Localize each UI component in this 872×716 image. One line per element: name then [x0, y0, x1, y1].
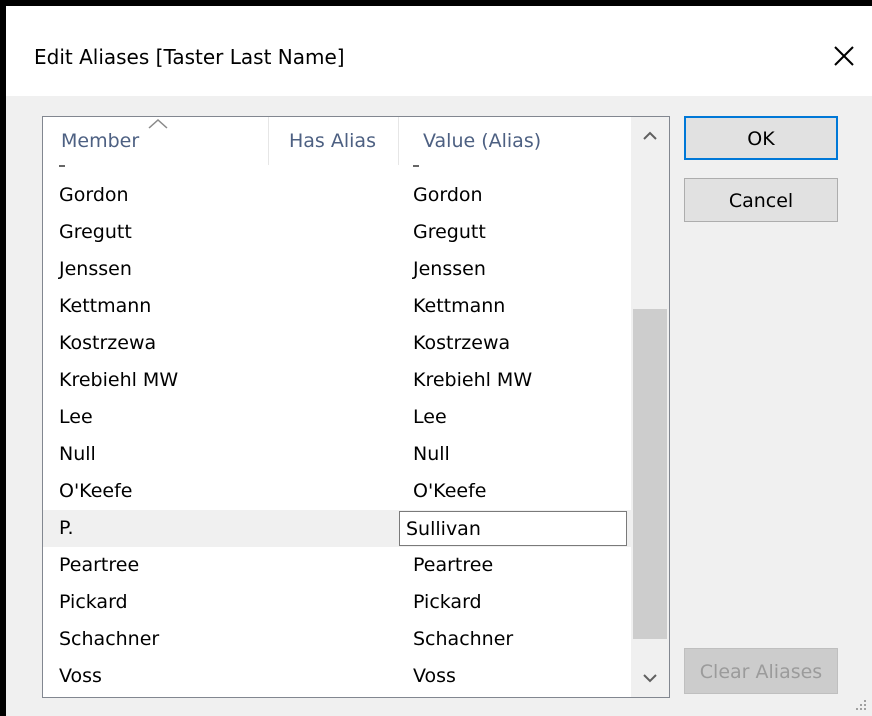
list-item[interactable]: Kostrzewa Kostrzewa: [43, 325, 631, 362]
member-cell: Voss: [59, 665, 102, 687]
list-header: Member Has Alias Value (Alias): [43, 117, 631, 165]
member-cell: Krebiehl MW: [59, 369, 179, 391]
edit-aliases-dialog: Edit Aliases [Taster Last Name] Member H…: [6, 6, 872, 716]
column-header-value[interactable]: Value (Alias): [399, 117, 631, 165]
scrollbar-thumb[interactable]: [633, 309, 667, 639]
partial-row: [43, 165, 631, 177]
list-item-selected[interactable]: P.: [43, 510, 631, 547]
member-cell: Null: [59, 443, 96, 465]
sort-ascending-icon: [148, 119, 168, 129]
alias-cell[interactable]: Voss: [413, 658, 456, 695]
member-cell: Schachner: [59, 628, 160, 650]
partial-row-text: [59, 165, 65, 167]
column-header-has-alias-label: Has Alias: [289, 130, 376, 152]
alias-cell[interactable]: O'Keefe: [413, 473, 486, 510]
list-item[interactable]: Null Null: [43, 436, 631, 473]
list-item[interactable]: O'Keefe O'Keefe: [43, 473, 631, 510]
alias-cell[interactable]: Jenssen: [413, 251, 486, 288]
close-icon[interactable]: [830, 42, 858, 70]
list-item[interactable]: Peartree Peartree: [43, 547, 631, 584]
alias-cell[interactable]: Lee: [413, 399, 447, 436]
alias-cell[interactable]: Kostrzewa: [413, 325, 510, 362]
vertical-scrollbar[interactable]: [631, 117, 669, 697]
member-cell: Gregutt: [59, 221, 132, 243]
alias-cell[interactable]: Null: [413, 436, 450, 473]
column-header-value-label: Value (Alias): [423, 130, 542, 152]
alias-cell[interactable]: Gregutt: [413, 214, 486, 251]
list-item[interactable]: Kettmann Kettmann: [43, 288, 631, 325]
list-item[interactable]: Gregutt Gregutt: [43, 214, 631, 251]
cancel-button[interactable]: Cancel: [684, 178, 838, 222]
alias-cell[interactable]: Schachner: [413, 621, 513, 658]
ok-button[interactable]: OK: [684, 116, 838, 160]
column-header-has-alias[interactable]: Has Alias: [269, 117, 399, 165]
chevron-up-icon[interactable]: [631, 117, 669, 155]
dialog-title: Edit Aliases [Taster Last Name]: [34, 45, 345, 69]
member-cell: Pickard: [59, 591, 128, 613]
alias-cell[interactable]: Kettmann: [413, 288, 505, 325]
member-cell: Peartree: [59, 554, 140, 576]
member-cell: O'Keefe: [59, 480, 133, 502]
alias-cell[interactable]: Peartree: [413, 547, 493, 584]
list-item[interactable]: Pickard Pickard: [43, 584, 631, 621]
chevron-down-icon[interactable]: [631, 659, 669, 697]
alias-cell[interactable]: Gordon: [413, 177, 483, 214]
member-cell: Lee: [59, 406, 93, 428]
member-cell: Kettmann: [59, 295, 152, 317]
list-item[interactable]: Lee Lee: [43, 399, 631, 436]
list-item[interactable]: Jenssen Jenssen: [43, 251, 631, 288]
list-item[interactable]: Voss Voss: [43, 658, 631, 695]
clear-aliases-button[interactable]: Clear Aliases: [684, 648, 838, 694]
list-item[interactable]: Gordon Gordon: [43, 177, 631, 214]
alias-cell[interactable]: Krebiehl MW: [413, 362, 532, 399]
member-cell: Jenssen: [59, 258, 132, 280]
partial-row-text: [413, 165, 419, 167]
resize-grip-icon[interactable]: [854, 698, 868, 712]
column-header-member-label: Member: [61, 130, 140, 152]
member-cell: Gordon: [59, 184, 129, 206]
list-item[interactable]: Schachner Schachner: [43, 621, 631, 658]
alias-edit-field[interactable]: [399, 511, 627, 546]
member-cell: Kostrzewa: [59, 332, 157, 354]
title-bar: Edit Aliases [Taster Last Name]: [6, 6, 872, 96]
window-frame: Edit Aliases [Taster Last Name] Member H…: [0, 0, 872, 716]
member-cell: P.: [59, 517, 74, 539]
alias-list[interactable]: Member Has Alias Value (Alias) Gordon Go…: [42, 116, 670, 698]
alias-cell[interactable]: Pickard: [413, 584, 482, 621]
list-item[interactable]: Krebiehl MW Krebiehl MW: [43, 362, 631, 399]
